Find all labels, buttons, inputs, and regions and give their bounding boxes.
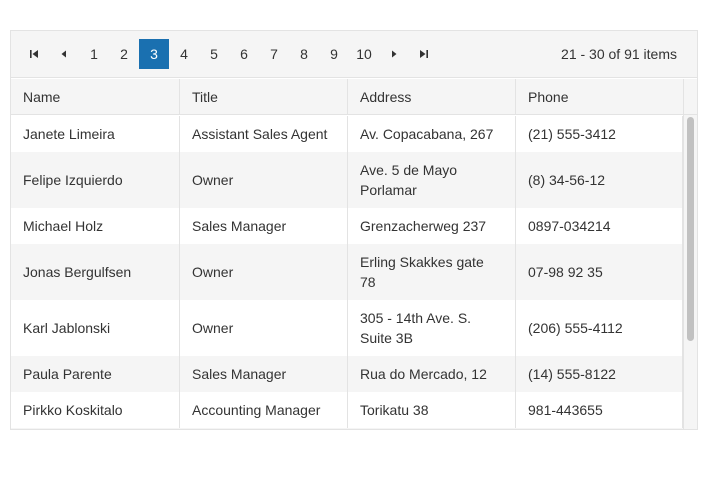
cell-name: Michael Holz [11, 208, 180, 244]
column-header-phone[interactable]: Phone [516, 79, 684, 114]
cell-name: Jonas Bergulfsen [11, 244, 180, 300]
scrollbar-thumb[interactable] [687, 117, 694, 341]
cell-name: Pirkko Koskitalo [11, 392, 180, 428]
cell-name: Janete Limeira [11, 116, 180, 152]
page-button-8[interactable]: 8 [289, 39, 319, 69]
page-button-10[interactable]: 10 [349, 39, 379, 69]
cell-title: Assistant Sales Agent [180, 116, 348, 152]
page-button-6[interactable]: 6 [229, 39, 259, 69]
page-button-9[interactable]: 9 [319, 39, 349, 69]
first-page-icon[interactable] [19, 39, 49, 69]
table-row[interactable]: Felipe Izquierdo Owner Ave. 5 de Mayo Po… [11, 152, 683, 208]
table-row-partial [11, 428, 683, 429]
cell-title: Owner [180, 300, 348, 356]
column-header-title[interactable]: Title [180, 79, 348, 114]
page-button-4[interactable]: 4 [169, 39, 199, 69]
cell-phone: 07-98 92 35 [516, 244, 683, 300]
cell-address: Grenzacherweg 237 [348, 208, 516, 244]
cell-phone: 981-443655 [516, 392, 683, 428]
page-button-2[interactable]: 2 [109, 39, 139, 69]
cell-title: Owner [180, 152, 348, 208]
column-header-name[interactable]: Name [11, 79, 180, 114]
cell-title: Sales Manager [180, 208, 348, 244]
pager: 1 2 3 4 5 6 7 8 9 10 21 - 30 of 91 items [11, 31, 697, 78]
cell-name: Paula Parente [11, 356, 180, 392]
page-button-3-current[interactable]: 3 [139, 39, 169, 69]
table-row[interactable]: Janete Limeira Assistant Sales Agent Av.… [11, 116, 683, 152]
cell-title: Sales Manager [180, 356, 348, 392]
cell-title: Owner [180, 244, 348, 300]
table-row[interactable]: Pirkko Koskitalo Accounting Manager Tori… [11, 392, 683, 428]
cell-address: Torikatu 38 [348, 392, 516, 428]
cell-phone: (8) 34-56-12 [516, 152, 683, 208]
cell-address: Ave. 5 de Mayo Porlamar [348, 152, 516, 208]
table-row[interactable]: Paula Parente Sales Manager Rua do Merca… [11, 356, 683, 392]
table-row[interactable]: Michael Holz Sales Manager Grenzacherweg… [11, 208, 683, 244]
last-page-icon[interactable] [409, 39, 439, 69]
vertical-scrollbar[interactable] [683, 115, 697, 429]
column-header-address[interactable]: Address [348, 79, 516, 114]
next-page-icon[interactable] [379, 39, 409, 69]
cell-title: Accounting Manager [180, 392, 348, 428]
column-header-row: Name Title Address Phone [11, 79, 697, 115]
cell-address: Rua do Mercado, 12 [348, 356, 516, 392]
cell-address: Erling Skakkes gate 78 [348, 244, 516, 300]
cell-address: 305 - 14th Ave. S. Suite 3B [348, 300, 516, 356]
table-row[interactable]: Karl Jablonski Owner 305 - 14th Ave. S. … [11, 300, 683, 356]
cell-address: Av. Copacabana, 267 [348, 116, 516, 152]
page-button-7[interactable]: 7 [259, 39, 289, 69]
grid-body: Janete Limeira Assistant Sales Agent Av.… [11, 116, 697, 429]
table-row[interactable]: Jonas Bergulfsen Owner Erling Skakkes ga… [11, 244, 683, 300]
data-grid: 1 2 3 4 5 6 7 8 9 10 21 - 30 of 91 items… [10, 30, 698, 430]
pager-info: 21 - 30 of 91 items [561, 46, 677, 62]
page-button-5[interactable]: 5 [199, 39, 229, 69]
cell-name: Felipe Izquierdo [11, 152, 180, 208]
page-button-1[interactable]: 1 [79, 39, 109, 69]
cell-phone: (21) 555-3412 [516, 116, 683, 152]
cell-name: Karl Jablonski [11, 300, 180, 356]
cell-phone: 0897-034214 [516, 208, 683, 244]
cell-phone: (14) 555-8122 [516, 356, 683, 392]
previous-page-icon[interactable] [49, 39, 79, 69]
cell-phone: (206) 555-4112 [516, 300, 683, 356]
